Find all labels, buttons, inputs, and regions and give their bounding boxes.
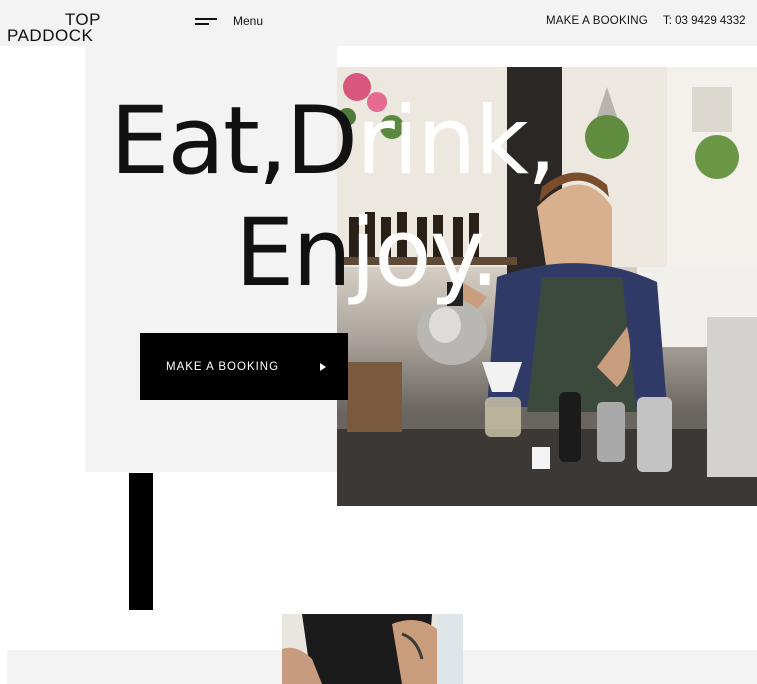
make-booking-button[interactable]: MAKE A BOOKING <box>140 333 348 400</box>
hamburger-icon <box>195 16 217 26</box>
nav-booking-link[interactable]: MAKE A BOOKING <box>546 15 648 27</box>
bottom-photo <box>282 614 463 684</box>
hero-panel <box>85 46 337 472</box>
hero-photo <box>337 67 757 506</box>
triangle-right-icon <box>320 362 326 371</box>
logo[interactable]: TOP PADDOCK <box>7 11 103 45</box>
logo-line-2: PADDOCK <box>7 26 94 45</box>
cta-label: MAKE A BOOKING <box>166 360 280 373</box>
nav-phone-link[interactable]: T: 03 9429 4332 <box>663 15 746 27</box>
decorative-vertical-bar <box>129 473 153 610</box>
menu-label: Menu <box>233 14 264 28</box>
menu-button[interactable]: Menu <box>195 14 263 28</box>
